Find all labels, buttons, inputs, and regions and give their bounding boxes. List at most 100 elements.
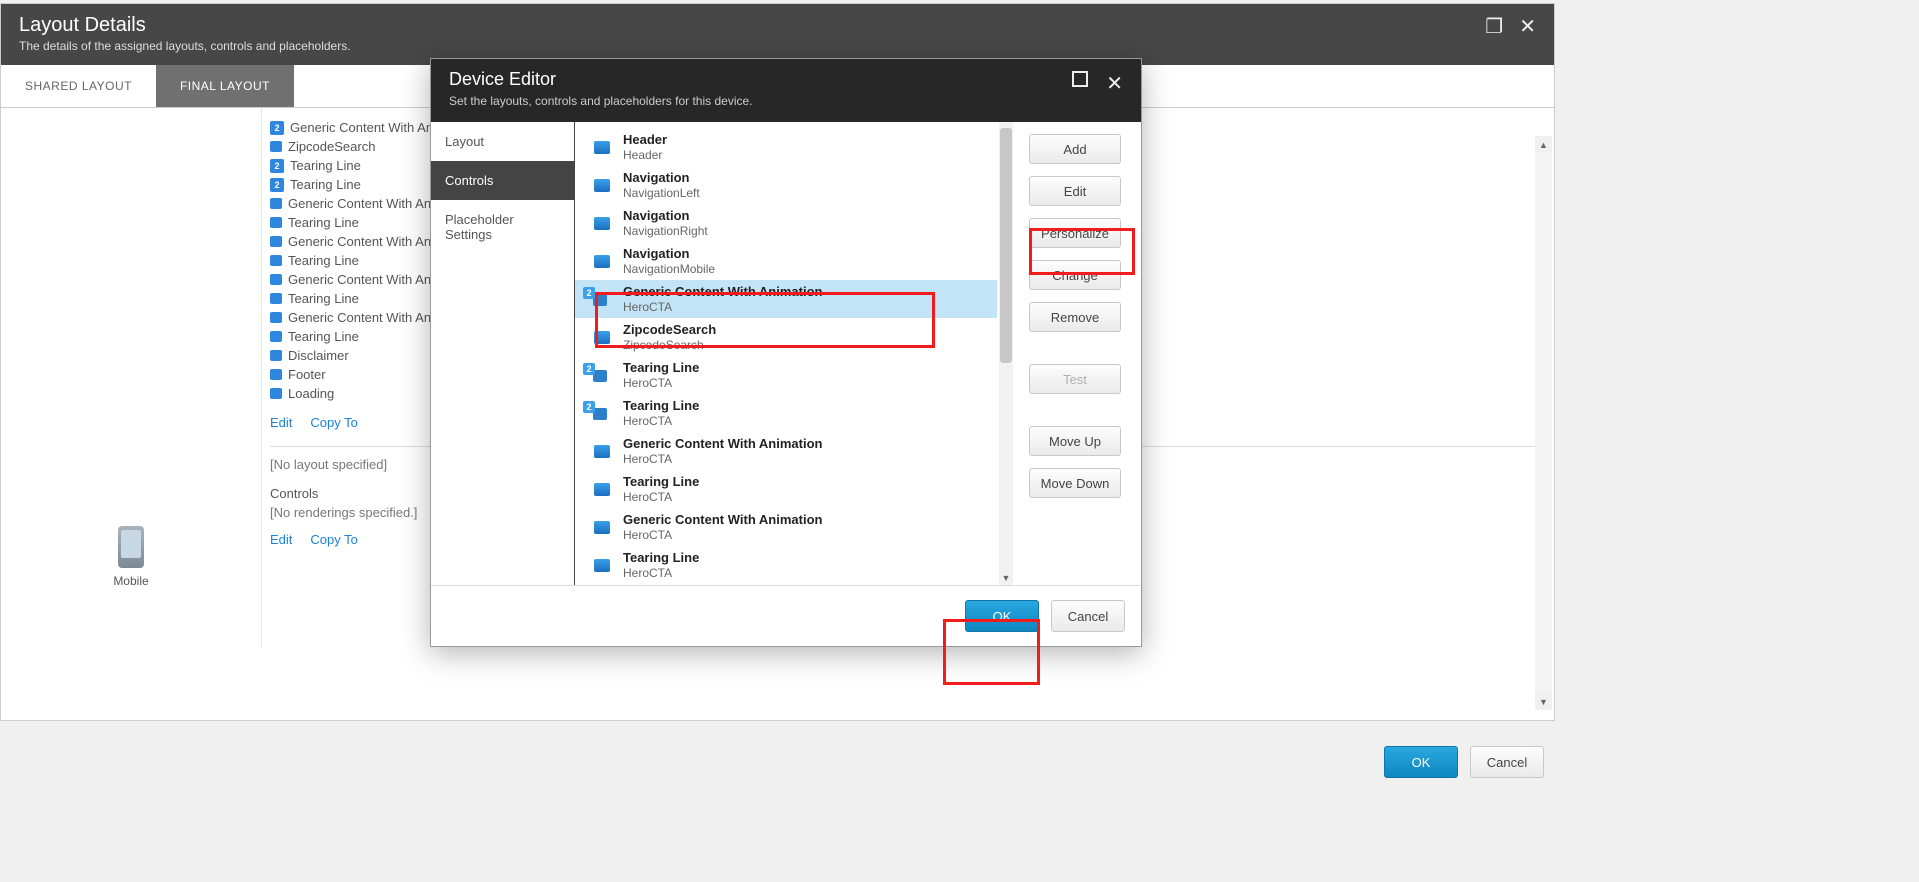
maximize-icon[interactable]	[1072, 71, 1088, 87]
control-row[interactable]: Generic Content With AnimationHeroCTA	[575, 508, 997, 546]
list-item-label: Disclaimer	[288, 348, 349, 363]
scroll-down-icon[interactable]: ▼	[999, 571, 1013, 585]
control-subtitle: NavigationRight	[623, 224, 708, 238]
layout-cancel-button[interactable]: Cancel	[1470, 746, 1544, 778]
rendering-badge-icon: 2	[270, 121, 284, 135]
copy-to-link-2[interactable]: Copy To	[310, 532, 357, 547]
rendering-icon	[594, 559, 610, 572]
personalize-button[interactable]: Personalize	[1029, 218, 1121, 248]
rendering-icon	[270, 141, 282, 152]
close-icon[interactable]: ✕	[1106, 71, 1123, 96]
mobile-device-icon	[118, 526, 144, 568]
control-title: Tearing Line	[623, 550, 699, 565]
control-subtitle: HeroCTA	[623, 490, 699, 504]
rendering-icon	[270, 312, 282, 323]
nav-layout[interactable]: Layout	[431, 122, 574, 161]
control-title: Navigation	[623, 246, 715, 261]
rendering-icon	[594, 331, 610, 344]
control-row[interactable]: Tearing LineHeroCTA	[575, 394, 997, 432]
control-subtitle: Header	[623, 148, 667, 162]
rendering-icon	[270, 217, 282, 228]
list-item-label: Generic Content With An...	[290, 120, 444, 135]
device-editor-sidebar: Layout Controls Placeholder Settings	[431, 122, 575, 585]
device-editor-subtitle: Set the layouts, controls and placeholde…	[449, 94, 753, 108]
control-row[interactable]: Generic Content With AnimationHeroCTA	[575, 432, 997, 470]
scroll-up-icon[interactable]: ▲	[1535, 136, 1552, 153]
rendering-icon	[270, 388, 282, 399]
rendering-icon	[270, 274, 282, 285]
remove-button[interactable]: Remove	[1029, 302, 1121, 332]
rendering-icon	[270, 331, 282, 342]
edit-button[interactable]: Edit	[1029, 176, 1121, 206]
restore-icon[interactable]: ❐	[1485, 14, 1503, 39]
rendering-badge-icon: 2	[270, 178, 284, 192]
scroll-thumb[interactable]	[1000, 128, 1012, 363]
list-item-label: ZipcodeSearch	[288, 139, 375, 154]
layout-details-subtitle: The details of the assigned layouts, con…	[19, 39, 351, 53]
control-title: Header	[623, 132, 667, 147]
list-item-label: Tearing Line	[288, 253, 359, 268]
rendering-icon	[270, 198, 282, 209]
control-row[interactable]: ZipcodeSearchZipcodeSearch	[575, 318, 997, 356]
rendering-icon	[270, 369, 282, 380]
rendering-icon	[594, 217, 610, 230]
nav-controls[interactable]: Controls	[431, 161, 574, 200]
control-subtitle: HeroCTA	[623, 528, 822, 542]
rendering-icon	[594, 179, 610, 192]
change-button[interactable]: Change	[1029, 260, 1121, 290]
control-row[interactable]: NavigationNavigationMobile	[575, 242, 997, 280]
rendering-badge-icon: 2	[270, 159, 284, 173]
rendering-icon	[594, 255, 610, 268]
list-item-label: Generic Content With An...	[288, 272, 442, 287]
control-row[interactable]: Tearing LineHeroCTA	[575, 470, 997, 508]
close-icon[interactable]: ✕	[1519, 14, 1536, 39]
control-title: Navigation	[623, 170, 700, 185]
rendering-icon	[270, 236, 282, 247]
device-column: Mobile	[1, 108, 261, 648]
device-label: Mobile	[113, 574, 148, 588]
control-row[interactable]: Generic Content With AnimationHeroCTA	[575, 280, 997, 318]
rendering-icon	[270, 293, 282, 304]
control-row[interactable]: NavigationNavigationLeft	[575, 166, 997, 204]
control-subtitle: ZipcodeSearch	[623, 338, 716, 352]
rendering-icon	[270, 350, 282, 361]
control-subtitle: HeroCTA	[623, 414, 699, 428]
scrollbar[interactable]: ▲ ▼	[1535, 136, 1552, 710]
control-row[interactable]: Tearing LineHeroCTA	[575, 356, 997, 394]
list-item-label: Generic Content With An...	[288, 310, 442, 325]
control-row[interactable]: NavigationNavigationRight	[575, 204, 997, 242]
control-title: Tearing Line	[623, 474, 699, 489]
move-down-button[interactable]: Move Down	[1029, 468, 1121, 498]
device-editor-modal: Device Editor Set the layouts, controls …	[430, 58, 1142, 647]
copy-to-link[interactable]: Copy To	[310, 415, 357, 430]
rendering-icon	[594, 141, 610, 154]
list-item-label: Loading	[288, 386, 334, 401]
add-button[interactable]: Add	[1029, 134, 1121, 164]
layout-ok-button[interactable]: OK	[1384, 746, 1458, 778]
list-item-label: Tearing Line	[288, 329, 359, 344]
control-row[interactable]: Tearing LineHeroCTA	[575, 546, 997, 584]
rendering-icon	[270, 255, 282, 266]
control-subtitle: HeroCTA	[623, 566, 699, 580]
list-item-label: Tearing Line	[288, 291, 359, 306]
tab-shared-layout[interactable]: SHARED LAYOUT	[1, 65, 156, 107]
device-ok-button[interactable]: OK	[965, 600, 1039, 632]
move-up-button[interactable]: Move Up	[1029, 426, 1121, 456]
tab-final-layout[interactable]: FINAL LAYOUT	[156, 65, 294, 107]
device-cancel-button[interactable]: Cancel	[1051, 600, 1125, 632]
nav-placeholder-settings[interactable]: Placeholder Settings	[431, 200, 574, 254]
control-subtitle: HeroCTA	[623, 300, 822, 314]
list-item-label: Generic Content With An...	[288, 196, 442, 211]
list-item-label: Tearing Line	[290, 158, 361, 173]
scroll-down-icon[interactable]: ▼	[1535, 693, 1552, 710]
edit-link[interactable]: Edit	[270, 415, 292, 430]
layout-details-title: Layout Details	[19, 14, 351, 37]
device-editor-header: Device Editor Set the layouts, controls …	[431, 59, 1141, 122]
control-title: Tearing Line	[623, 360, 699, 375]
control-row[interactable]: HeaderHeader	[575, 128, 997, 166]
edit-link-2[interactable]: Edit	[270, 532, 292, 547]
list-item-label: Generic Content With An...	[288, 234, 442, 249]
control-subtitle: NavigationMobile	[623, 262, 715, 276]
list-item-label: Tearing Line	[290, 177, 361, 192]
controls-scrollbar[interactable]: ▼	[999, 122, 1013, 585]
